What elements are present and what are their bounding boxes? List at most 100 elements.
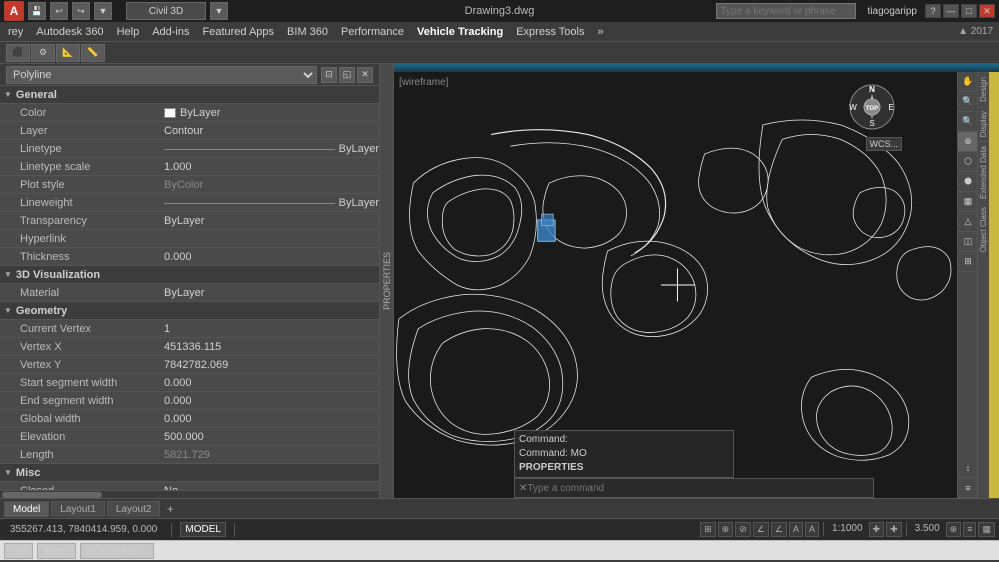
taskbar-metric[interactable]: Metric	[37, 543, 76, 559]
workspace-btn[interactable]: ▼	[210, 2, 228, 20]
prop-current-vertex[interactable]: Current Vertex 1	[0, 320, 379, 338]
prop-layer-label: Layer	[0, 125, 160, 137]
ribbon-btn-2[interactable]: ⚙	[31, 44, 55, 62]
rtool-bottom-1[interactable]: ↕	[958, 458, 978, 478]
prop-closed[interactable]: Closed No	[0, 482, 379, 490]
status-zoom-btn[interactable]: ⊕	[946, 522, 962, 537]
tab-layout1[interactable]: Layout1	[51, 501, 105, 517]
help-btn[interactable]: ?	[925, 4, 941, 18]
search-input[interactable]	[716, 3, 856, 19]
prop-layer[interactable]: Layer Contour	[0, 122, 379, 140]
taskbar-autocad[interactable]: 2016 on Auto...	[80, 543, 155, 559]
rtool-3[interactable]: ▦	[958, 192, 978, 212]
object-type-select[interactable]: Polyline	[6, 66, 317, 84]
menu-more[interactable]: »	[592, 24, 610, 40]
status-grid-btn[interactable]: ⊞	[700, 522, 716, 537]
menu-performance[interactable]: Performance	[335, 24, 410, 40]
status-model-label[interactable]: MODEL	[180, 522, 226, 537]
prop-linetype-scale[interactable]: Linetype scale 1.000	[0, 158, 379, 176]
status-menu-btn[interactable]: ≡	[963, 522, 976, 537]
rtool-5[interactable]: ◫	[958, 232, 978, 252]
tab-model[interactable]: Model	[4, 501, 49, 517]
civil3d-dropdown[interactable]: Civil 3D	[126, 2, 206, 20]
rtool-zoom-in[interactable]: 🔍	[958, 92, 978, 112]
prop-global-width[interactable]: Global width 0.000	[0, 410, 379, 428]
viewport-canvas[interactable]: [wireframe]	[394, 72, 957, 498]
tab-design[interactable]: Design	[978, 72, 989, 106]
prop-elevation[interactable]: Elevation 500.000	[0, 428, 379, 446]
prop-length[interactable]: Length 5821.729	[0, 446, 379, 464]
status-linewidth-btn[interactable]: A	[805, 522, 819, 537]
menu-addins[interactable]: Add-ins	[146, 24, 195, 40]
rtool-4[interactable]: △	[958, 212, 978, 232]
section-misc[interactable]: ▼ Misc	[0, 464, 379, 482]
menu-bim360[interactable]: BIM 360	[281, 24, 334, 40]
menu-help[interactable]: Help	[111, 24, 146, 40]
ribbon-btn-4[interactable]: 📏	[81, 44, 105, 62]
undo-btn[interactable]: ↩	[50, 2, 68, 20]
prop-thickness[interactable]: Thickness 0.000	[0, 248, 379, 266]
quick-save-btn[interactable]: 💾	[28, 2, 46, 20]
prop-material[interactable]: Material ByLayer	[0, 284, 379, 302]
taskbar-360[interactable]: 360	[4, 543, 33, 559]
rtool-orbit[interactable]: ⊕	[958, 132, 978, 152]
status-plus-btn[interactable]: ✚	[869, 522, 885, 537]
section-3d-viz[interactable]: ▼ 3D Visualization	[0, 266, 379, 284]
prop-lineweight[interactable]: Lineweight ByLayer	[0, 194, 379, 212]
status-dynin-btn[interactable]: A	[789, 522, 803, 537]
menu-vehicle-tracking[interactable]: Vehicle Tracking	[411, 24, 509, 40]
wcs-label[interactable]: WCS...	[866, 137, 903, 151]
status-ortho-btn[interactable]: ⊘	[735, 522, 751, 537]
more-btn[interactable]: ▼	[94, 2, 112, 20]
section-general[interactable]: ▼ General	[0, 86, 379, 104]
command-close-btn[interactable]: ✕	[519, 483, 527, 494]
prop-transparency-label: Transparency	[0, 215, 160, 227]
menu-autodesk360[interactable]: Autodesk 360	[30, 24, 109, 40]
rtool-6[interactable]: ⊞	[958, 252, 978, 272]
tab-object-class[interactable]: Object Class	[978, 203, 989, 256]
tab-extended-data[interactable]: Extended Data	[978, 141, 989, 203]
rtool-pan[interactable]: ✋	[958, 72, 978, 92]
pick-btn[interactable]: ⊡	[321, 67, 337, 83]
prop-plot-style[interactable]: Plot style ByColor	[0, 176, 379, 194]
prop-color-value: ByLayer	[160, 107, 379, 119]
redo-btn[interactable]: ↪	[72, 2, 90, 20]
ribbon-btn-3[interactable]: 📐	[56, 44, 80, 62]
command-input-field[interactable]	[527, 483, 869, 494]
select-btn[interactable]: ◱	[339, 67, 355, 83]
status-scale-label[interactable]: 1:1000	[828, 522, 867, 537]
section-3d-label: 3D Visualization	[16, 269, 100, 281]
rtool-1[interactable]: ⬡	[958, 152, 978, 172]
prop-linetype[interactable]: Linetype ByLayer	[0, 140, 379, 158]
rtool-2[interactable]: ⬢	[958, 172, 978, 192]
status-polar-btn[interactable]: ∠	[753, 522, 769, 537]
prop-start-seg-width[interactable]: Start segment width 0.000	[0, 374, 379, 392]
status-grid-btn2[interactable]: ▦	[978, 522, 995, 537]
maximize-btn[interactable]: □	[961, 4, 977, 18]
prop-layer-value: Contour	[160, 125, 379, 137]
tab-layout2[interactable]: Layout2	[107, 501, 161, 517]
properties-side-tab[interactable]: PROPERTIES	[380, 64, 394, 498]
prop-hyperlink[interactable]: Hyperlink	[0, 230, 379, 248]
status-isnap-btn[interactable]: ∠	[771, 522, 787, 537]
section-geometry[interactable]: ▼ Geometry	[0, 302, 379, 320]
prop-vertex-x[interactable]: Vertex X 451336.115	[0, 338, 379, 356]
menu-featured[interactable]: Featured Apps	[196, 24, 280, 40]
status-minus-btn[interactable]: ✚	[886, 522, 902, 537]
menu-rey[interactable]: rey	[2, 24, 29, 40]
minimize-btn[interactable]: —	[943, 4, 959, 18]
prop-end-seg-width[interactable]: End segment width 0.000	[0, 392, 379, 410]
close-btn[interactable]: ✕	[979, 4, 995, 18]
prop-start-seg-width-value: 0.000	[160, 377, 379, 389]
status-snap-btn[interactable]: ⊕	[718, 522, 734, 537]
menu-express-tools[interactable]: Express Tools	[510, 24, 590, 40]
tab-display[interactable]: Display	[978, 106, 989, 141]
toggle-btn[interactable]: ✕	[357, 67, 373, 83]
add-tab-btn[interactable]: +	[162, 501, 178, 517]
prop-color[interactable]: Color ByLayer	[0, 104, 379, 122]
prop-transparency[interactable]: Transparency ByLayer	[0, 212, 379, 230]
ribbon-btn-1[interactable]: ⬛	[6, 44, 30, 62]
prop-vertex-y[interactable]: Vertex Y 7842782.069	[0, 356, 379, 374]
rtool-zoom-out[interactable]: 🔍	[958, 112, 978, 132]
rtool-bottom-2[interactable]: ≡	[958, 478, 978, 498]
